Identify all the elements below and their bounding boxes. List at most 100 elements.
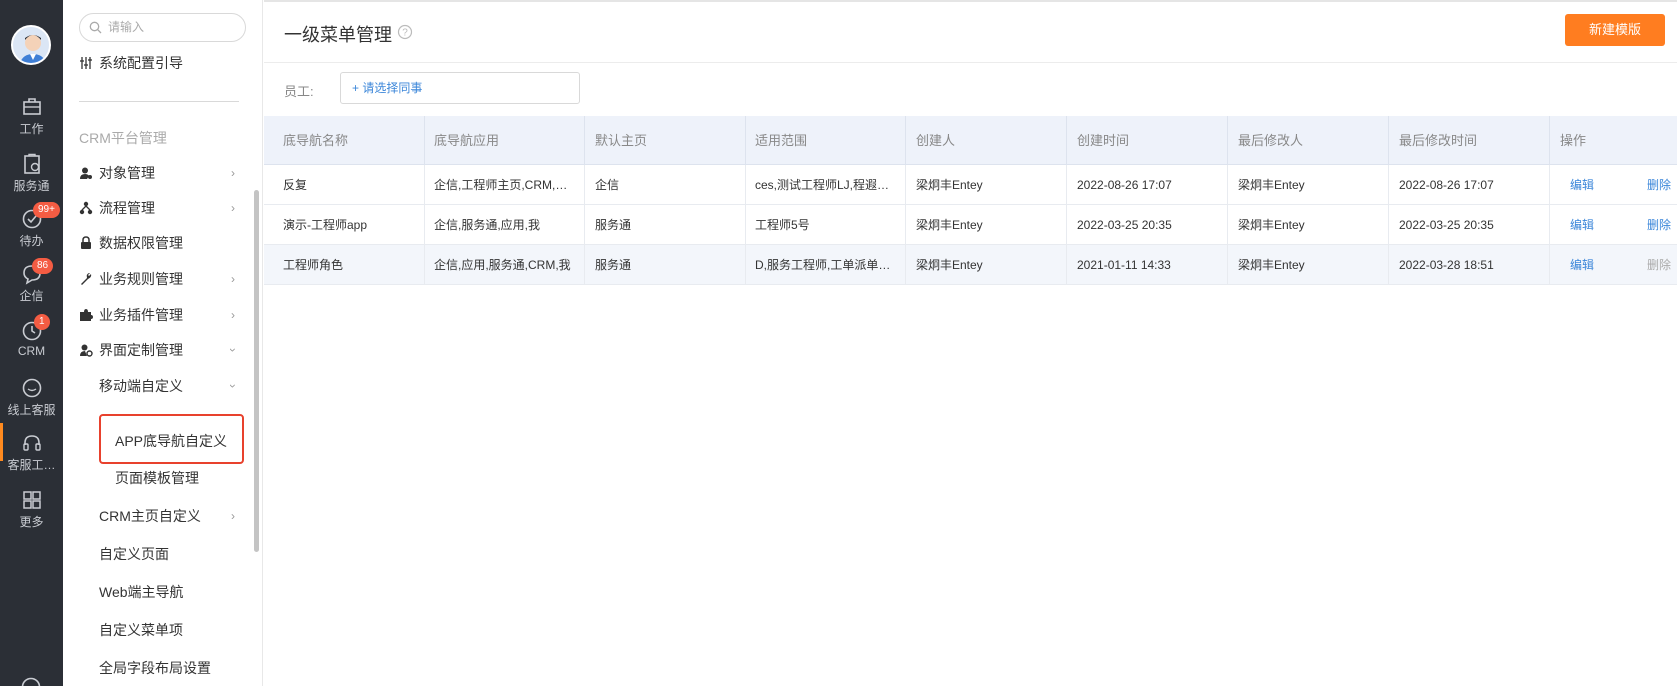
cell-modifier: 梁炯丰Entey: [1238, 218, 1305, 232]
rail-item-label: 待办: [19, 234, 44, 248]
sidebar-item-business-plugins[interactable]: 业务插件管理: [79, 304, 183, 326]
help-icon[interactable]: ?: [397, 24, 413, 40]
column-separator: [1066, 165, 1067, 285]
chevron-down-icon: ›: [226, 384, 240, 388]
cell-name: 演示-工程师app: [283, 218, 368, 232]
top-border: [264, 0, 1677, 2]
rail-item-label: 更多: [19, 515, 44, 529]
column-header: 创建时间: [1077, 133, 1130, 148]
chevron-down-icon: ›: [226, 348, 240, 352]
rail-item-service-desk[interactable]: 客服工…: [0, 432, 63, 473]
cell-modified: 2022-03-25 20:35: [1399, 218, 1494, 232]
config-guide-link[interactable]: 系统配置引导: [79, 52, 183, 74]
employee-select-input[interactable]: + 请选择同事: [340, 72, 580, 104]
rail-item-work[interactable]: 工作: [0, 96, 63, 137]
chevron-right-icon: ›: [231, 308, 235, 322]
cell-modifier: 梁炯丰Entey: [1238, 178, 1305, 192]
sidebar-item-data-permission[interactable]: 数据权限管理: [79, 232, 183, 254]
sidebar-search-input[interactable]: 请输入: [79, 13, 246, 42]
sidebar-item-mobile-custom[interactable]: 移动端自定义: [99, 375, 183, 397]
cell-apps: 企信,工程师主页,CRM,…: [434, 178, 568, 192]
column-header: 底导航应用: [434, 133, 500, 148]
sidebar-item-business-rules[interactable]: 业务规则管理: [79, 268, 183, 290]
chevron-right-icon: ›: [231, 509, 235, 523]
employee-filter-label: 员工:: [284, 84, 314, 99]
sidebar-scrollbar[interactable]: [254, 190, 259, 552]
rail-item-message[interactable]: 企信: [0, 263, 63, 304]
edit-link[interactable]: 编辑: [1551, 165, 1611, 205]
cell-scope: ces,测试工程师LJ,程遐…: [755, 178, 890, 192]
annotation-highlight-box: [99, 414, 244, 464]
message-badge: 86: [32, 258, 54, 274]
new-template-button[interactable]: 新建模版: [1565, 14, 1665, 46]
sidebar-item-label: Web端主导航: [99, 584, 184, 600]
chat-bubble-icon: [22, 378, 41, 398]
rail-item-more[interactable]: 更多: [0, 489, 63, 530]
sidebar-item-web-nav[interactable]: Web端主导航: [99, 581, 184, 603]
user-avatar[interactable]: [11, 25, 51, 65]
rail-item-online-service[interactable]: 线上客服: [0, 377, 63, 418]
rail-item-crm[interactable]: CRM: [0, 320, 63, 358]
help-circle-icon[interactable]: [20, 676, 42, 686]
lock-icon: [81, 236, 91, 249]
sidebar-item-label: 数据权限管理: [99, 235, 183, 251]
rail-item-label: 工作: [19, 122, 44, 136]
puzzle-icon: [80, 309, 93, 321]
sidebar-item-custom-page[interactable]: 自定义页面: [99, 543, 169, 565]
table-header: 底导航名称 底导航应用 默认主页 适用范围 创建人 创建时间 最后修改人 最后修…: [264, 116, 1677, 165]
sidebar-divider: [79, 101, 239, 102]
sidebar-item-crm-home-custom[interactable]: CRM主页自定义: [99, 505, 201, 527]
sidebar-item-label: 页面模板管理: [115, 470, 199, 486]
cell-created: 2021-01-11 14:33: [1077, 258, 1171, 272]
table-row[interactable]: 演示-工程师app 企信,服务通,应用,我 服务通 工程师5号 梁炯丰Entey…: [264, 205, 1677, 245]
chevron-right-icon: ›: [231, 272, 235, 286]
search-placeholder: 请输入: [108, 20, 145, 34]
crm-badge: 1: [34, 314, 50, 330]
sliders-icon: [80, 57, 92, 69]
rail-item-service[interactable]: 服务通: [0, 153, 63, 194]
sidebar-item-label: 业务插件管理: [99, 307, 183, 323]
cell-scope: 工程师5号: [755, 218, 810, 232]
column-header: 最后修改人: [1238, 133, 1304, 148]
flow-icon: [79, 201, 93, 215]
delete-link[interactable]: 删除: [1628, 165, 1677, 205]
chevron-right-icon: ›: [231, 166, 235, 180]
app-rail: 工作 服务通 待办 99+ 企信 86 CRM 1 线上客服 客服工… 更多: [0, 0, 63, 686]
cell-name: 反复: [283, 178, 308, 192]
delete-link[interactable]: 删除: [1628, 205, 1677, 245]
rail-item-label: 服务通: [13, 179, 50, 193]
cell-home: 服务通: [595, 218, 632, 232]
sidebar-item-global-field-layout[interactable]: 全局字段布局设置: [99, 657, 211, 679]
svg-text:?: ?: [402, 28, 408, 39]
rail-item-label: CRM: [17, 344, 46, 358]
cell-name: 工程师角色: [283, 258, 344, 272]
todo-badge: 99+: [33, 202, 60, 218]
column-separator: [1388, 165, 1389, 285]
rail-item-label: 企信: [19, 289, 44, 303]
column-header: 操作: [1560, 133, 1587, 148]
sidebar-item-object-management[interactable]: 对象管理: [79, 162, 155, 184]
sidebar-item-label: 全局字段布局设置: [99, 660, 211, 676]
headset-icon: [22, 435, 41, 451]
cell-creator: 梁炯丰Entey: [916, 178, 983, 192]
briefcase-icon: [22, 98, 41, 115]
cell-modified: 2022-08-26 17:07: [1399, 178, 1494, 192]
column-separator: [584, 165, 585, 285]
sidebar-item-page-template[interactable]: 页面模板管理: [115, 467, 199, 489]
edit-link[interactable]: 编辑: [1551, 205, 1611, 245]
grid-icon: [22, 491, 41, 509]
sidebar-item-label: 流程管理: [99, 200, 155, 216]
rail-item-label: 客服工…: [7, 458, 56, 472]
column-separator: [1227, 165, 1228, 285]
edit-link[interactable]: 编辑: [1551, 245, 1611, 285]
sidebar-item-label: CRM主页自定义: [99, 508, 201, 524]
column-separator: [424, 165, 425, 285]
sidebar-item-process-management[interactable]: 流程管理: [79, 197, 155, 219]
sidebar-item-label: 移动端自定义: [99, 378, 183, 394]
table-row[interactable]: 工程师角色 企信,应用,服务通,CRM,我 服务通 D,服务工程师,工单派单… …: [264, 245, 1677, 285]
sidebar-item-custom-menu[interactable]: 自定义菜单项: [99, 619, 183, 641]
table-row[interactable]: 反复 企信,工程师主页,CRM,… 企信 ces,测试工程师LJ,程遐… 梁炯丰…: [264, 165, 1677, 205]
cell-home: 企信: [595, 178, 620, 192]
sidebar-item-ui-customization[interactable]: 界面定制管理: [79, 339, 183, 361]
sidebar-item-label: 业务规则管理: [99, 271, 183, 287]
